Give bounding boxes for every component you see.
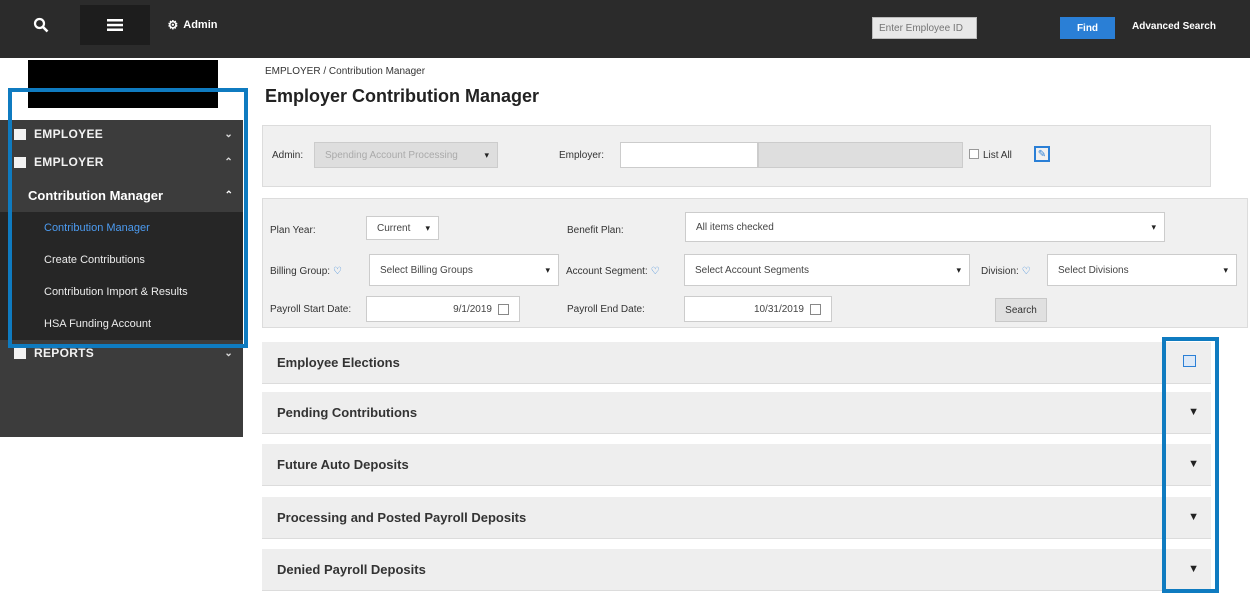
- list-all-checkbox[interactable]: [969, 149, 979, 159]
- employer-input[interactable]: [620, 142, 758, 168]
- page-title: Employer Contribution Manager: [265, 86, 540, 106]
- admin-menu-button[interactable]: ⚙ Admin: [150, 5, 235, 45]
- division-value: Select Divisions: [1058, 264, 1129, 276]
- plan-year-value: Current: [377, 222, 411, 234]
- account-segment-label: Account Segment: ♡: [566, 266, 660, 277]
- account-segment-label-text: Account Segment:: [566, 266, 648, 277]
- caret-down-icon: ▾: [1151, 221, 1156, 232]
- caret-down-icon: ▾: [425, 222, 430, 233]
- accordion-future-auto-deposits[interactable]: Future Auto Deposits ▼: [262, 444, 1211, 486]
- accordion-label: Employee Elections: [277, 355, 400, 370]
- billing-group-value: Select Billing Groups: [380, 264, 473, 276]
- billing-group-select[interactable]: Select Billing Groups ▾: [369, 254, 559, 286]
- employer-label: Employer:: [559, 150, 605, 161]
- search-button[interactable]: [12, 5, 70, 45]
- payroll-start-label: Payroll Start Date:: [270, 304, 352, 315]
- accordion-denied-payroll-deposits[interactable]: Denied Payroll Deposits ▼: [262, 549, 1211, 591]
- payroll-end-date-input[interactable]: 10/31/2019: [684, 296, 832, 322]
- division-label: Division: ♡: [981, 266, 1031, 277]
- admin-label: Admin: [183, 19, 218, 31]
- billing-group-label-text: Billing Group:: [270, 266, 331, 277]
- calendar-icon[interactable]: [810, 303, 821, 315]
- payroll-end-label: Payroll End Date:: [567, 304, 645, 315]
- sidebar-item-label: REPORTS: [34, 346, 95, 360]
- search-button[interactable]: Search: [995, 298, 1047, 322]
- plan-year-select[interactable]: Current ▾: [366, 216, 439, 240]
- info-icon[interactable]: ♡: [333, 266, 342, 277]
- accordion-employee-elections[interactable]: Employee Elections: [262, 342, 1211, 384]
- caret-down-icon: ▾: [1223, 264, 1228, 275]
- admin-label: Admin:: [272, 150, 304, 161]
- report-icon: [14, 347, 26, 359]
- benefit-plan-label: Benefit Plan:: [567, 225, 624, 236]
- caret-column-highlight-box: [1162, 337, 1219, 593]
- search-icon: [33, 17, 49, 33]
- admin-select-value: Spending Account Processing: [325, 149, 458, 161]
- account-segment-value: Select Account Segments: [695, 264, 809, 276]
- breadcrumb: EMPLOYER / Contribution Manager: [265, 66, 426, 77]
- plan-year-label: Plan Year:: [270, 225, 316, 236]
- division-select[interactable]: Select Divisions ▾: [1047, 254, 1237, 286]
- info-icon[interactable]: ♡: [651, 266, 660, 277]
- account-segment-select[interactable]: Select Account Segments ▾: [684, 254, 970, 286]
- payroll-start-value: 9/1/2019: [453, 303, 492, 315]
- caret-down-icon: ▾: [956, 264, 961, 275]
- accordion-label: Pending Contributions: [277, 405, 418, 420]
- advanced-search-link[interactable]: Advanced Search: [1132, 21, 1216, 32]
- caret-down-icon: ▾: [484, 149, 489, 160]
- accordion-label: Processing and Posted Payroll Deposits: [277, 510, 527, 525]
- top-bar: ⚙ Admin Find Advanced Search: [0, 0, 1250, 58]
- accordion-label: Denied Payroll Deposits: [277, 562, 426, 577]
- edit-icon[interactable]: ✎: [1034, 146, 1050, 162]
- hamburger-icon: [107, 19, 123, 31]
- admin-select[interactable]: Spending Account Processing ▾: [314, 142, 498, 168]
- accordion-processing-posted-payroll-deposits[interactable]: Processing and Posted Payroll Deposits ▼: [262, 497, 1211, 539]
- payroll-end-value: 10/31/2019: [753, 303, 804, 315]
- gear-icon: ⚙: [167, 18, 179, 32]
- division-label-text: Division:: [981, 266, 1019, 277]
- accordion-label: Future Auto Deposits: [277, 457, 409, 472]
- accordion-pending-contributions[interactable]: Pending Contributions ▼: [262, 392, 1211, 434]
- info-icon[interactable]: ♡: [1022, 266, 1031, 277]
- calendar-icon[interactable]: [498, 303, 509, 315]
- list-all-label: List All: [983, 150, 1012, 161]
- menu-button[interactable]: [80, 5, 150, 45]
- benefit-plan-value: All items checked: [696, 221, 774, 233]
- employee-id-input[interactable]: [872, 17, 977, 39]
- billing-group-label: Billing Group: ♡: [270, 266, 342, 277]
- find-button[interactable]: Find: [1060, 17, 1115, 39]
- caret-down-icon: ▾: [545, 264, 550, 275]
- benefit-plan-select[interactable]: All items checked ▾: [685, 212, 1165, 242]
- employer-name-display: [758, 142, 963, 168]
- sidebar-highlight-box: [8, 88, 248, 348]
- payroll-start-date-input[interactable]: 9/1/2019: [366, 296, 520, 322]
- chevron-down-icon: ⌄: [224, 347, 233, 359]
